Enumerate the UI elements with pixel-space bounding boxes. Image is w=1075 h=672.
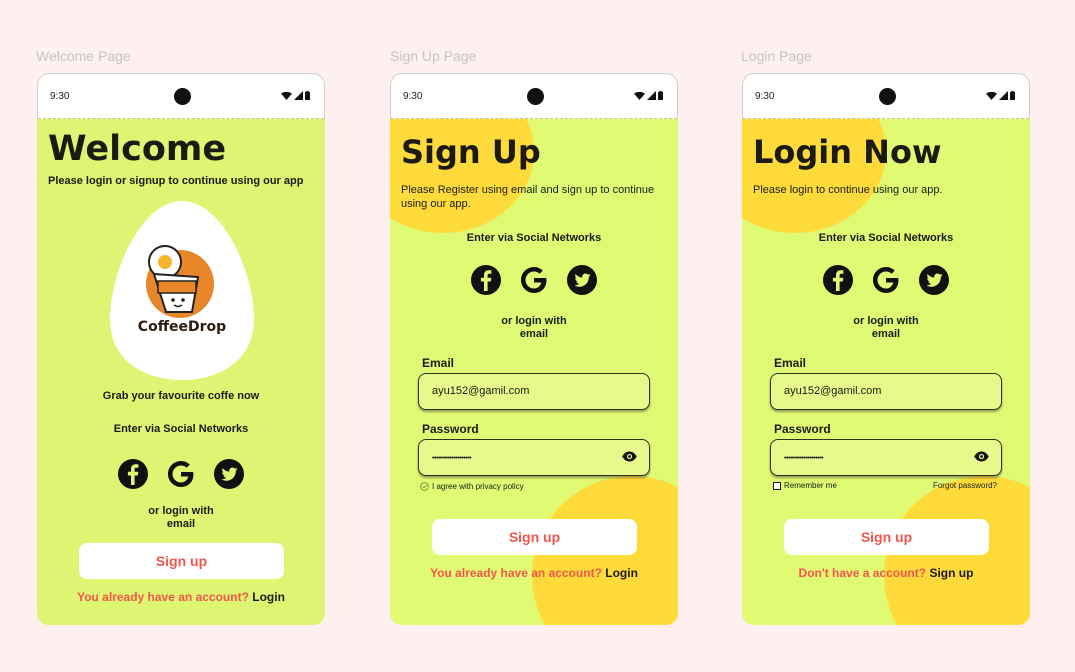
google-icon[interactable] [518,264,550,296]
password-field[interactable]: •••••••••••••••••••• [418,439,650,476]
signal-icon [647,91,656,100]
social-buttons [37,458,325,490]
page-subtitle: Please login or signup to continue using… [48,175,304,187]
remember-checkbox[interactable] [773,481,781,490]
signup-link[interactable]: Sign up [929,566,973,580]
email-label: Email [422,356,455,370]
social-title: Enter via Social Networks [818,232,954,244]
footer-account: Don't have a account? Sign up [742,566,1030,580]
remember-me[interactable]: Remember me [773,481,837,490]
social-buttons [742,264,1030,296]
check-circle-icon [420,482,429,491]
signup-button[interactable]: Sign up [432,519,637,555]
eye-icon[interactable] [622,451,637,462]
twitter-icon[interactable] [566,264,598,296]
facebook-icon[interactable] [822,264,854,296]
or-login-line1: or login with [853,315,919,327]
status-time: 9:30 [50,91,70,102]
forgot-password-link[interactable]: Forgot password? [933,481,997,490]
page-title: Sign Up [401,133,541,171]
tagline: Grab your favourite coffe now [102,390,260,402]
footer-account: You already have an account? Login [390,566,678,580]
privacy-agree-label: I agree with privacy policy [432,482,524,491]
email-field[interactable]: ayu152@gamil.com [770,373,1002,410]
status-time: 9:30 [403,91,423,102]
status-bar: 9:30 [390,73,678,119]
eye-icon[interactable] [974,451,989,462]
twitter-icon[interactable] [918,264,950,296]
footer-question: Don't have a account? [798,566,927,580]
footer-account: You already have an account? Login [37,590,325,604]
facebook-icon[interactable] [117,458,149,490]
coffeedrop-logo: CoffeeDrop [110,201,254,380]
signal-icon [294,91,303,100]
login-link[interactable]: Login [252,590,285,604]
email-field[interactable]: ayu152@gamil.com [418,373,650,410]
password-value: •••••••••••••••••••• [784,455,824,462]
camera-notch [174,88,191,105]
camera-notch [527,88,544,105]
login-phone: 9:30 Login Now Please login to continue … [742,73,1030,625]
page-subtitle-line2: using our app. [401,198,471,210]
email-value: ayu152@gamil.com [784,385,882,397]
page-subtitle: Please login to continue using our app. [753,184,943,196]
or-login-line1: or login with [501,315,567,327]
page-subtitle-line1: Please Register using email and sign up … [401,184,655,196]
footer-question: You already have an account? [430,566,602,580]
footer-question: You already have an account? [77,590,249,604]
login-screen: Login Now Please login to continue using… [742,119,1030,625]
google-icon[interactable] [165,458,197,490]
signup-button[interactable]: Sign up [79,543,284,579]
page-title: Welcome [48,129,227,169]
camera-notch [879,88,896,105]
twitter-icon[interactable] [213,458,245,490]
or-login-line2: email [871,328,901,340]
battery-icon [658,91,663,100]
svg-text:CoffeeDrop: CoffeeDrop [138,319,226,335]
page-title: Login Now [753,133,942,171]
battery-icon [305,91,310,100]
or-login-line1: or login with [148,505,214,517]
or-login-line2: email [166,518,196,530]
privacy-agree[interactable]: I agree with privacy policy [420,482,524,491]
social-buttons [390,264,678,296]
wifi-icon [281,91,292,100]
login-link[interactable]: Login [605,566,638,580]
password-field[interactable]: •••••••••••••••••••• [770,439,1002,476]
battery-icon [1010,91,1015,100]
signup-phone: 9:30 Sign Up Please Register using email… [390,73,678,625]
status-bar: 9:30 [37,73,325,119]
wifi-icon [634,91,645,100]
password-label: Password [422,422,479,436]
social-title: Enter via Social Networks [113,423,249,435]
welcome-phone: 9:30 Welcome Please login or signup to c… [37,73,325,625]
google-icon[interactable] [870,264,902,296]
login-page-label: Login Page [741,48,812,64]
remember-label: Remember me [784,481,837,490]
welcome-page-label: Welcome Page [36,48,131,64]
email-label: Email [774,356,807,370]
signup-screen: Sign Up Please Register using email and … [390,119,678,625]
wifi-icon [986,91,997,100]
status-bar: 9:30 [742,73,1030,119]
password-value: •••••••••••••••••••• [432,455,472,462]
status-time: 9:30 [755,91,775,102]
welcome-screen: Welcome Please login or signup to contin… [37,119,325,625]
or-login-line2: email [519,328,549,340]
signup-page-label: Sign Up Page [390,48,477,64]
facebook-icon[interactable] [470,264,502,296]
password-label: Password [774,422,831,436]
signup-button[interactable]: Sign up [784,519,989,555]
social-title: Enter via Social Networks [466,232,602,244]
email-value: ayu152@gamil.com [432,385,530,397]
signal-icon [999,91,1008,100]
